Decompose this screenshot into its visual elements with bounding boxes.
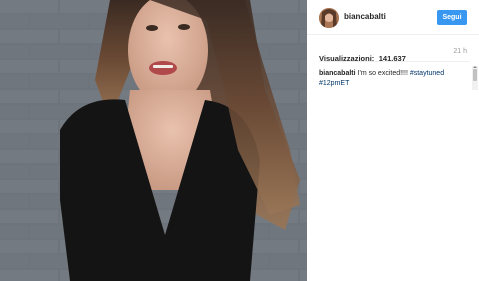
post-side-panel: biancabalti Segui Visualizzazioni: 141.6… bbox=[307, 0, 479, 281]
video-frame-illustration bbox=[0, 0, 307, 281]
post-stats: Visualizzazioni: 141.637 21 h bbox=[319, 48, 469, 63]
divider bbox=[319, 61, 469, 62]
hashtag-link[interactable]: #12pmET bbox=[319, 80, 349, 87]
post-video[interactable] bbox=[0, 0, 307, 281]
scrollbar-thumb[interactable] bbox=[473, 69, 477, 81]
avatar[interactable] bbox=[319, 8, 339, 28]
username-link[interactable]: biancabalti bbox=[344, 12, 386, 21]
caption-text: I'm so excited!!!! bbox=[357, 70, 408, 77]
hashtag-link[interactable]: #staytuned bbox=[410, 70, 444, 77]
follow-button[interactable]: Segui bbox=[437, 10, 467, 25]
caption-username-link[interactable]: biancabalti bbox=[319, 70, 356, 77]
scroll-up-icon[interactable] bbox=[473, 66, 477, 68]
timestamp[interactable]: 21 h bbox=[453, 48, 467, 55]
post-header: biancabalti Segui bbox=[307, 0, 479, 35]
avatar-image bbox=[319, 8, 339, 28]
post-caption: biancabalti I'm so excited!!!! #staytune… bbox=[319, 69, 465, 89]
comments-scrollbar[interactable] bbox=[472, 66, 478, 90]
